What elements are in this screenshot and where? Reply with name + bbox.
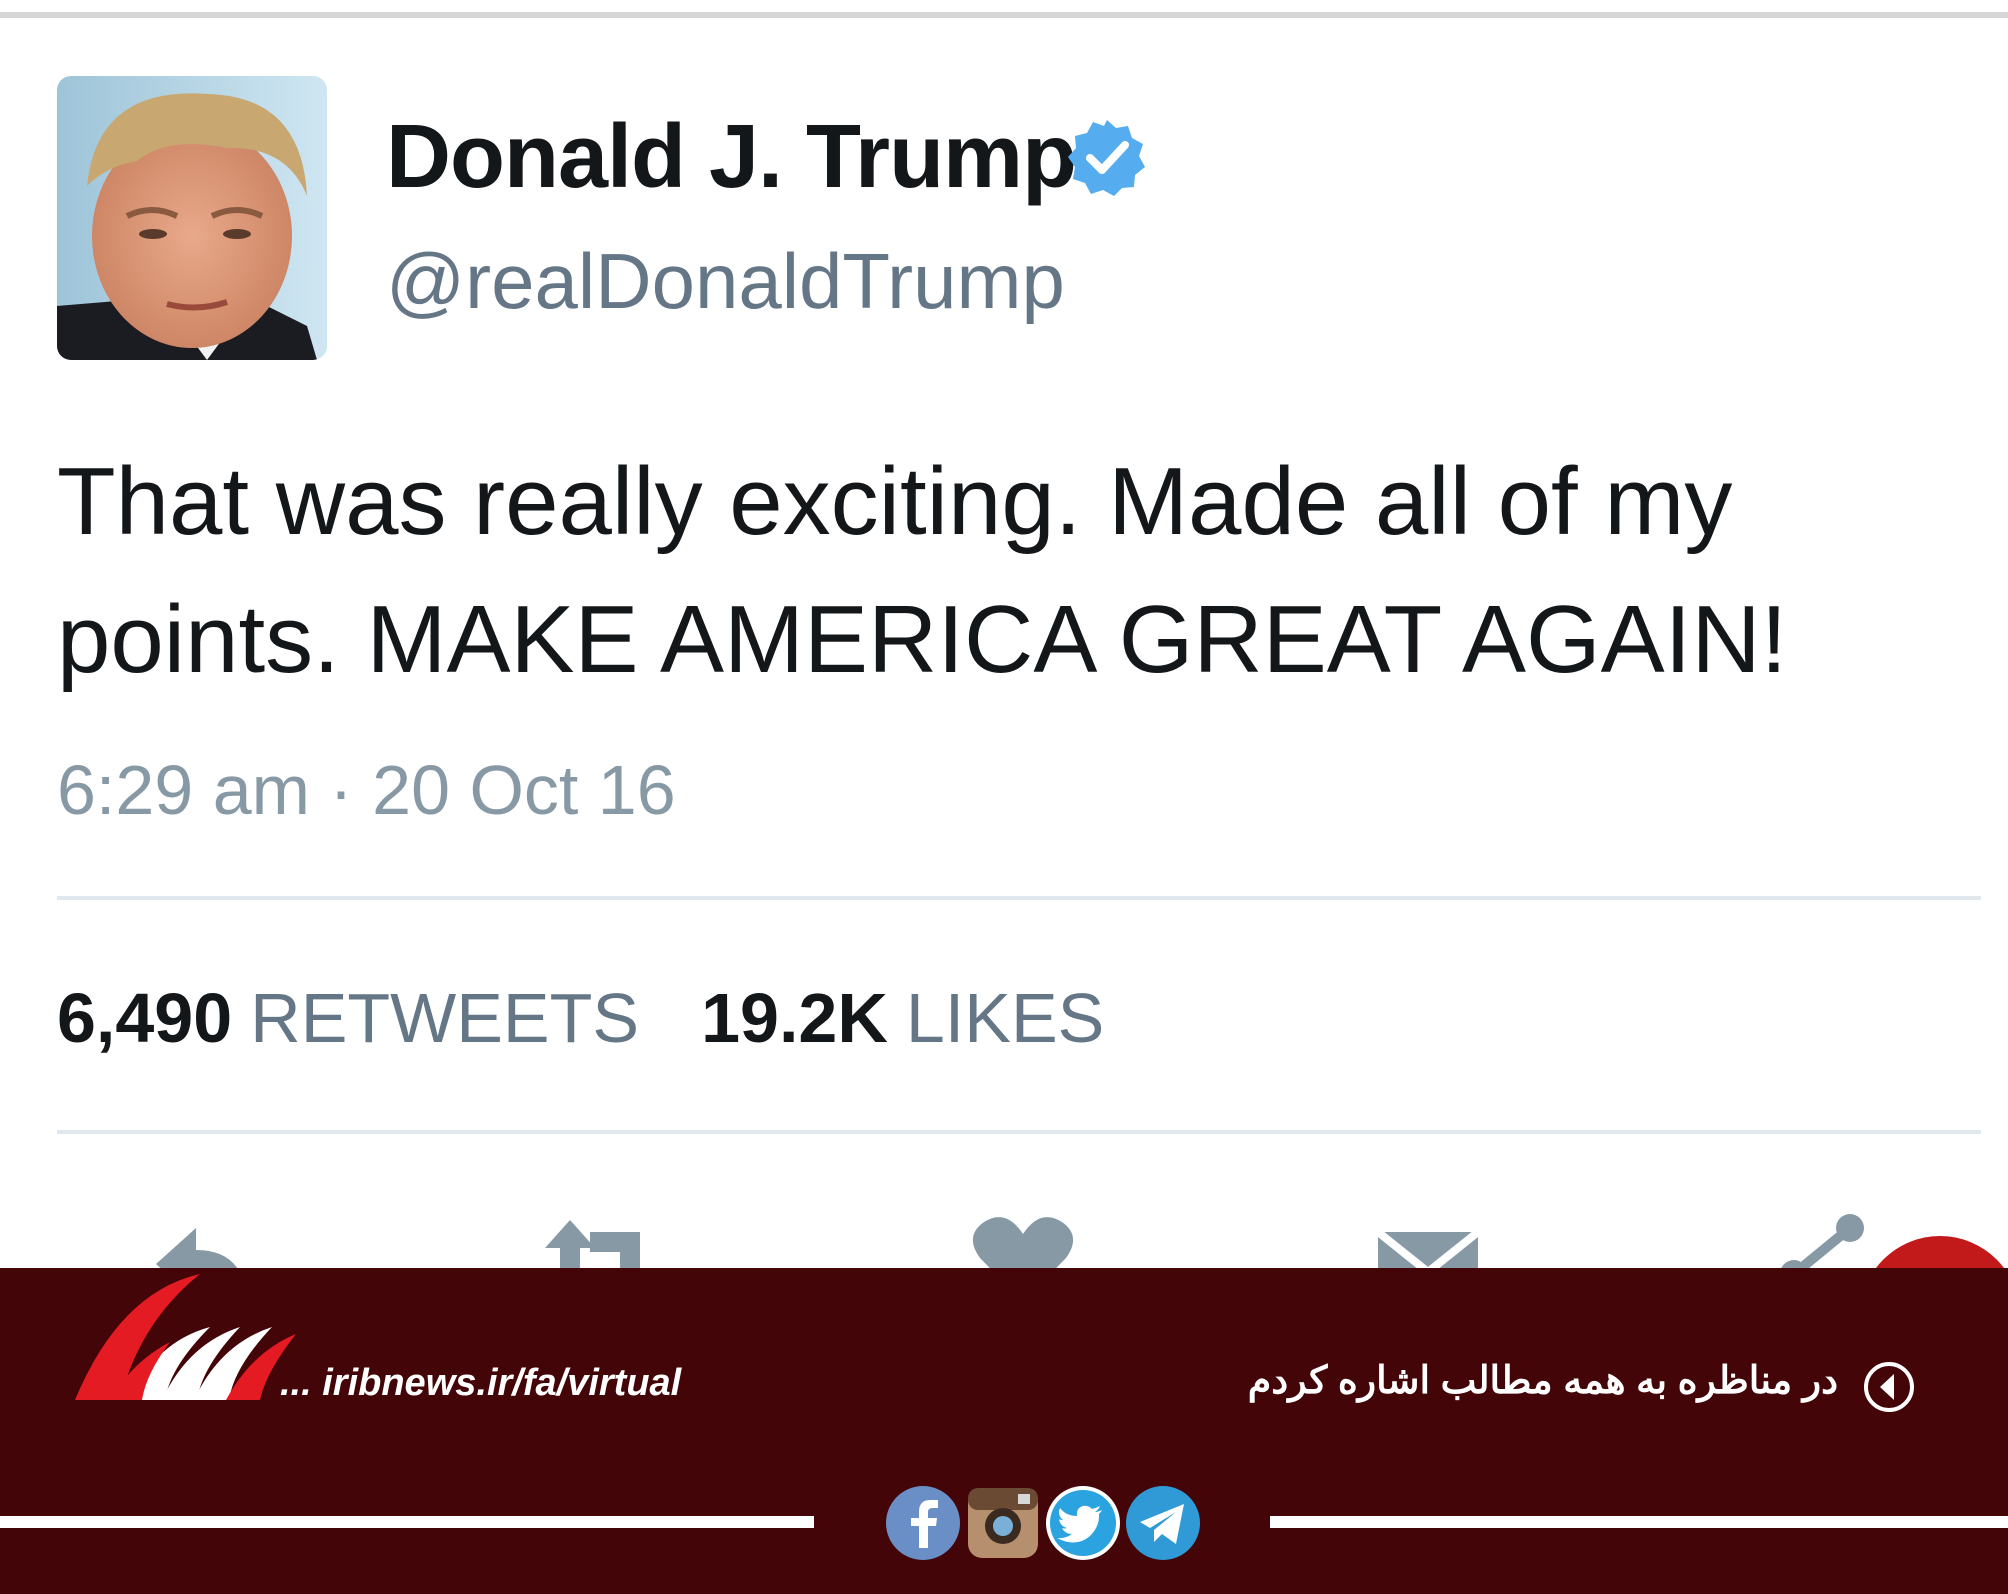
tweet-actions bbox=[0, 1214, 2008, 1268]
likes-label[interactable]: LIKES bbox=[906, 979, 1104, 1057]
display-name[interactable]: Donald J. Trump bbox=[386, 106, 1077, 209]
timestamp[interactable]: 6:29 am · 20 Oct 16 bbox=[57, 750, 676, 830]
arrow-left-icon[interactable] bbox=[1862, 1360, 1916, 1414]
telegram-icon[interactable] bbox=[1124, 1484, 1202, 1562]
retweet-icon[interactable] bbox=[540, 1214, 650, 1268]
likes-count[interactable]: 19.2K bbox=[701, 979, 888, 1057]
tweet-stats: 6,490 RETWEETS 19.2K LIKES bbox=[57, 978, 1104, 1058]
tweet-card: Donald J. Trump @realDonaldTrump That wa… bbox=[0, 18, 2008, 1268]
retweets-label[interactable]: RETWEETS bbox=[250, 979, 639, 1057]
site-url[interactable]: ... iribnews.ir/fa/virtual bbox=[280, 1362, 681, 1405]
handle[interactable]: @realDonaldTrump bbox=[386, 236, 1065, 327]
divider bbox=[57, 896, 1981, 900]
avatar[interactable] bbox=[57, 76, 327, 360]
twitter-icon[interactable] bbox=[1044, 1484, 1122, 1562]
headline: در مناظره به همه مطالب اشاره کردم bbox=[1247, 1360, 1838, 1402]
retweets-count[interactable]: 6,490 bbox=[57, 979, 232, 1057]
footer-divider-right bbox=[1270, 1516, 2008, 1528]
footer-divider-left bbox=[0, 1516, 814, 1528]
badge-icon bbox=[1876, 1236, 2004, 1268]
instagram-icon[interactable] bbox=[964, 1484, 1042, 1562]
like-icon[interactable] bbox=[968, 1214, 1078, 1268]
tweet-text: That was really exciting. Made all of my… bbox=[57, 448, 1788, 693]
reply-icon[interactable] bbox=[146, 1214, 256, 1268]
message-icon[interactable] bbox=[1374, 1214, 1484, 1268]
facebook-icon[interactable] bbox=[884, 1484, 962, 1562]
verified-badge-icon bbox=[1068, 118, 1146, 196]
iribnews-logo-icon[interactable] bbox=[70, 1272, 300, 1412]
divider bbox=[57, 1130, 1981, 1134]
